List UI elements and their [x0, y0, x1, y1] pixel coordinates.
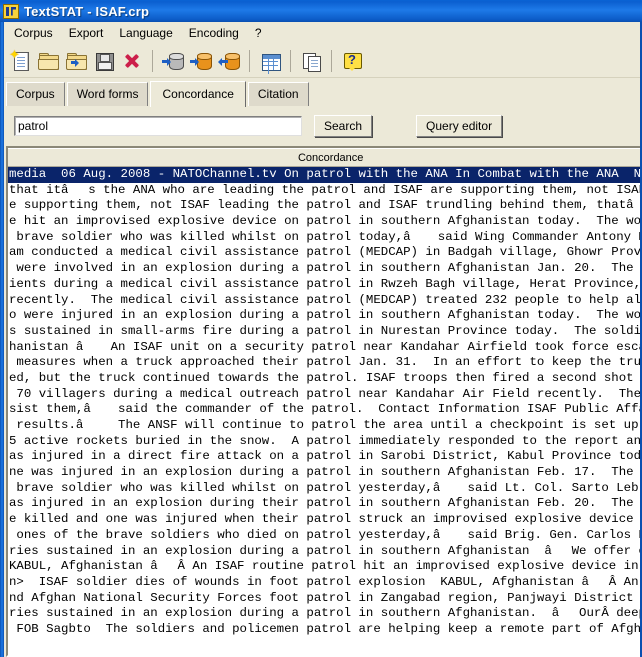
concordance-column-header[interactable]: Concordance	[8, 148, 642, 167]
database-import-icon	[162, 50, 184, 72]
concordance-row[interactable]: ed, but the truck continued towards the …	[8, 371, 642, 387]
save-corpus-icon	[93, 50, 115, 72]
open-corpus-button[interactable]	[34, 47, 62, 75]
concordance-row[interactable]: that itâs the ANA who are leading the …	[8, 183, 642, 199]
copy-icon	[300, 50, 322, 72]
concordance-row[interactable]: were involved in an explosion during a p…	[8, 261, 642, 277]
toolbar-separator-4	[331, 49, 332, 72]
toolbar-separator-2	[249, 49, 250, 72]
concordance-grid: Concordance media 06 Aug. 2008 - NATOCha…	[6, 146, 642, 657]
concordance-row[interactable]: ones of the brave soldiers who died on p…	[8, 528, 642, 544]
database-add-button[interactable]	[187, 47, 215, 75]
database-remove-button[interactable]	[215, 47, 243, 75]
textstat-logo-icon	[3, 3, 19, 19]
concordance-row[interactable]: media 06 Aug. 2008 - NATOChannel.tv On p…	[8, 167, 642, 183]
tab-word-forms[interactable]: Word forms	[66, 82, 149, 106]
concordance-row[interactable]: ne was injured in an explosion during a …	[8, 465, 642, 481]
table-view-icon	[259, 50, 281, 72]
concordance-row[interactable]: nd Afghan National Security Forces foot …	[8, 591, 642, 607]
textstat-window: TextSTAT - ISAF.crp Corpus Export Langua…	[0, 0, 642, 657]
concordance-row[interactable]: 5 active rockets buried in the snow. A p…	[8, 434, 642, 450]
concordance-row[interactable]: e supporting them, not ISAF leading the …	[8, 198, 642, 214]
delete-button[interactable]	[118, 47, 146, 75]
toolbar: ✦ ?	[0, 44, 642, 78]
menu-corpus[interactable]: Corpus	[6, 24, 61, 42]
concordance-row[interactable]: as injured in an explosion during their …	[8, 496, 642, 512]
copy-button[interactable]	[297, 47, 325, 75]
tab-concordance[interactable]: Concordance	[150, 81, 246, 107]
concordance-row[interactable]: KABUL, Afghanistan âÂ An ISAF routine …	[8, 559, 642, 575]
concordance-row[interactable]: FOB Sagbto The soldiers and policemen pa…	[8, 622, 642, 638]
title-bar: TextSTAT - ISAF.crp	[0, 0, 642, 22]
concordance-row[interactable]: e killed and one was injured when their …	[8, 512, 642, 528]
help-icon: ?	[341, 50, 363, 72]
concordance-row[interactable]: ries sustained in an explosion during a …	[8, 606, 642, 622]
delete-icon	[121, 50, 143, 72]
concordance-row[interactable]: ients during a medical civil assistance …	[8, 277, 642, 293]
menu-encoding[interactable]: Encoding	[181, 24, 247, 42]
concordance-row[interactable]: o were injured in an explosion during a …	[8, 308, 642, 324]
new-corpus-icon: ✦	[9, 48, 31, 72]
concordance-row[interactable]: hanistan â An ISAF unit on a security …	[8, 340, 642, 356]
search-bar: Search Query editor	[0, 106, 642, 146]
tab-strip: Corpus Word forms Concordance Citation	[0, 78, 642, 107]
window-title: TextSTAT - ISAF.crp	[24, 3, 150, 19]
concordance-row[interactable]: brave soldier who was killed whilst on p…	[8, 230, 642, 246]
menu-export[interactable]: Export	[61, 24, 112, 42]
concordance-row[interactable]: e hit an improvised explosive device on …	[8, 214, 642, 230]
concordance-row[interactable]: results.â The ANSF will continue to pa…	[8, 418, 642, 434]
search-input-wrapper[interactable]	[14, 116, 302, 136]
help-button[interactable]: ?	[338, 47, 366, 75]
menu-bar: Corpus Export Language Encoding ?	[0, 22, 642, 44]
concordance-row[interactable]: brave soldier who was killed whilst on p…	[8, 481, 642, 497]
search-input[interactable]	[15, 118, 301, 134]
new-corpus-button[interactable]: ✦	[6, 47, 34, 75]
open-corpus-icon	[37, 50, 59, 72]
add-file-button[interactable]	[62, 47, 90, 75]
menu-language[interactable]: Language	[111, 24, 180, 42]
concordance-row[interactable]: s sustained in small-arms fire during a …	[8, 324, 642, 340]
concordance-row[interactable]: ries sustained in an explosion during a …	[8, 544, 642, 560]
tab-corpus[interactable]: Corpus	[6, 82, 65, 106]
database-import-button[interactable]	[159, 47, 187, 75]
concordance-row[interactable]: 70 villagers during a medical outreach p…	[8, 387, 642, 403]
search-button[interactable]: Search	[314, 115, 373, 137]
concordance-row[interactable]: as injured in a direct fire attack on a …	[8, 449, 642, 465]
concordance-row[interactable]: recently. The medical civil assistance p…	[8, 293, 642, 309]
database-add-icon	[190, 50, 212, 72]
concordance-row-list[interactable]: media 06 Aug. 2008 - NATOChannel.tv On p…	[8, 167, 642, 655]
menu-help[interactable]: ?	[247, 24, 270, 42]
toolbar-separator-3	[290, 49, 291, 72]
concordance-row[interactable]: measures when a truck approached their p…	[8, 355, 642, 371]
concordance-row[interactable]: sist them,â said the commander of the …	[8, 402, 642, 418]
toolbar-separator-1	[152, 49, 153, 72]
database-remove-icon	[218, 50, 240, 72]
save-corpus-button[interactable]	[90, 47, 118, 75]
table-view-button[interactable]	[256, 47, 284, 75]
query-editor-button[interactable]: Query editor	[416, 115, 503, 137]
tab-citation[interactable]: Citation	[247, 82, 309, 106]
concordance-row[interactable]: am conducted a medical civil assistance …	[8, 245, 642, 261]
concordance-panel: Concordance media 06 Aug. 2008 - NATOCha…	[0, 146, 642, 657]
concordance-row[interactable]: n> ISAF soldier dies of wounds in foot p…	[8, 575, 642, 591]
add-file-icon	[65, 50, 87, 72]
